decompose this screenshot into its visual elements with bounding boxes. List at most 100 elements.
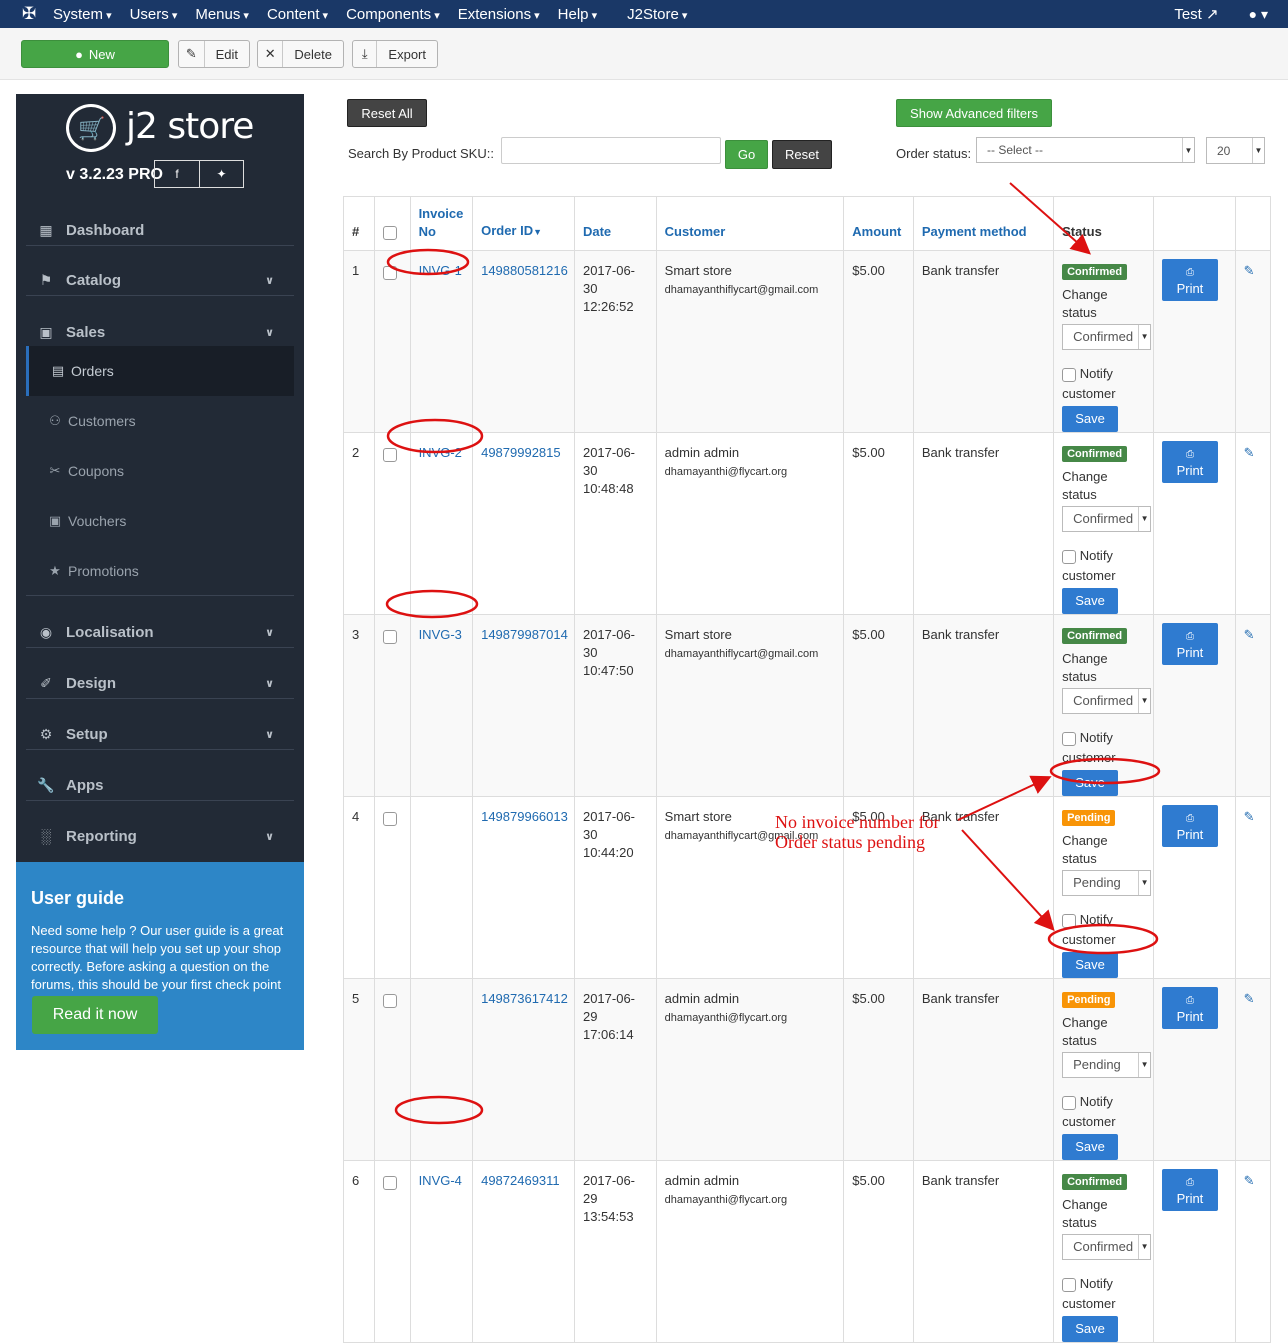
sidebar-item-vouchers[interactable]: ▣ Vouchers [26,496,294,546]
print-button[interactable]: ⎙ Print [1161,441,1218,483]
select-all-checkbox[interactable] [383,225,398,240]
sidebar-item-apps[interactable]: 🔧 Apps [26,771,294,801]
sidebar-item-sales[interactable]: ▣ Sales ∨ [26,318,294,346]
print-button[interactable]: ⎙ Print [1161,805,1218,847]
print-button[interactable]: ⎙ Print [1161,987,1218,1029]
sidebar-item-customers[interactable]: ⚇ Customers [26,396,294,446]
show-advanced-filters-button[interactable]: Show Advanced filters [896,99,1052,127]
row-checkbox[interactable] [383,448,398,463]
sidebar-item-promotions[interactable]: ★ Promotions [26,546,294,596]
menu-content[interactable]: Content [267,6,328,23]
save-status-button[interactable]: Save [1062,406,1119,432]
row-checkbox[interactable] [383,994,398,1009]
order-id-link[interactable]: 149880581216 [481,263,568,278]
read-it-now-button[interactable]: Read it now [32,996,158,1034]
edit-icon[interactable]: ✎ [1244,1173,1255,1188]
notify-customer-checkbox[interactable] [1062,731,1077,746]
facebook-icon[interactable]: f [155,161,199,187]
column-header-print [1152,196,1236,251]
site-link[interactable]: Test ↗ [1174,5,1218,23]
list-limit-select[interactable]: 20 ▼ [1206,137,1265,164]
column-header-order-id[interactable]: Order ID▼ [472,196,575,251]
sidebar-item-orders[interactable]: ▤ Orders [26,346,294,396]
column-header-invoice[interactable]: Invoice No [409,196,474,251]
edit-icon[interactable]: ✎ [1244,809,1255,824]
reset-all-button[interactable]: Reset All [347,99,427,127]
column-header-payment-method[interactable]: Payment method [912,196,1055,251]
column-header-date[interactable]: Date [573,196,657,251]
save-status-button[interactable]: Save [1062,952,1119,978]
edit-icon[interactable]: ✎ [1244,263,1255,278]
order-id-link[interactable]: 149879987014 [481,627,568,642]
edit-icon[interactable]: ✎ [1244,445,1255,460]
order-id-link[interactable]: 149873617412 [481,991,568,1006]
print-label: Print [1176,281,1204,296]
order-id-link[interactable]: 149879966013 [481,809,568,824]
twitter-icon[interactable]: ✦ [198,161,243,187]
delete-button[interactable]: ✕ Delete [257,40,344,68]
change-status-select[interactable]: Confirmed ▼ [1062,688,1152,714]
row-checkbox[interactable] [383,266,398,281]
change-status-select[interactable]: Confirmed ▼ [1062,506,1152,532]
menu-menus[interactable]: Menus [195,6,249,23]
invoice-link[interactable]: INVG-4 [419,1173,462,1188]
save-status-button[interactable]: Save [1062,588,1119,614]
change-status-select[interactable]: Confirmed ▼ [1062,324,1152,350]
notify-customer-checkbox[interactable] [1062,913,1077,928]
menu-system[interactable]: System [53,6,112,23]
print-button[interactable]: ⎙ Print [1161,623,1218,665]
go-button[interactable]: Go [725,140,768,169]
menu-j2store[interactable]: J2Store [627,6,687,23]
sidebar-item-dashboard[interactable]: ▦ Dashboard [26,216,294,246]
row-checkbox[interactable] [383,1176,398,1191]
column-header-amount[interactable]: Amount [843,196,914,251]
print-button[interactable]: ⎙ Print [1161,259,1218,301]
reset-button[interactable]: Reset [772,140,832,169]
column-header-status: Status [1053,196,1154,251]
save-status-button[interactable]: Save [1062,1316,1119,1342]
print-icon: ⎙ [1185,449,1194,460]
change-status-select[interactable]: Confirmed ▼ [1062,1234,1152,1260]
invoice-link[interactable]: INVG-3 [419,627,462,642]
order-id-cell: 149879966013 [472,796,575,979]
sku-search-input[interactable] [501,137,721,164]
notify-customer-checkbox[interactable] [1062,549,1077,564]
sidebar-item-setup[interactable]: ⚙ Setup ∨ [26,720,294,750]
save-status-button[interactable]: Save [1062,1134,1119,1160]
order-id-link[interactable]: 49879992815 [481,445,561,460]
notify-customer-checkbox[interactable] [1062,1095,1077,1110]
menu-help[interactable]: Help [558,6,597,23]
customer-email: dhamayanthi@flycart.org [664,1194,788,1206]
sidebar-item-catalog[interactable]: ⚑ Catalog ∨ [26,266,294,296]
joomla-icon[interactable]: ✠ [15,4,43,24]
notify-customer-checkbox[interactable] [1062,1277,1077,1292]
change-status-select[interactable]: Pending ▼ [1062,870,1152,896]
menu-users[interactable]: Users [130,6,178,23]
user-menu[interactable]: ● ▾ [1249,6,1268,23]
order-status-select[interactable]: -- Select -- ▼ [976,137,1195,163]
order-id-link[interactable]: 49872469311 [481,1173,560,1188]
sidebar-item-localisation[interactable]: ◉ Localisation ∨ [26,618,294,648]
invoice-link[interactable]: INVG-1 [419,263,462,278]
sidebar-item-coupons[interactable]: ✂ Coupons [26,446,294,496]
save-status-button[interactable]: Save [1062,770,1119,796]
export-button[interactable]: ⤓ Export [352,40,438,68]
row-checkbox[interactable] [383,812,398,827]
print-button[interactable]: ⎙ Print [1161,1169,1218,1211]
edit-button[interactable]: ✎ Edit [178,40,250,68]
row-checkbox-cell [374,250,411,433]
change-status-select[interactable]: Pending ▼ [1062,1052,1152,1078]
invoice-link[interactable]: INVG-2 [419,445,462,460]
row-number: 1 [342,250,376,433]
new-button[interactable]: ● New [21,40,169,68]
change-status-label: Change status [1062,469,1108,502]
notify-customer-checkbox[interactable] [1062,367,1077,382]
menu-components[interactable]: Components [346,6,440,23]
sidebar-item-reporting[interactable]: ░ Reporting ∨ [26,821,294,851]
row-checkbox[interactable] [383,630,398,645]
column-header-customer[interactable]: Customer [655,196,845,251]
edit-icon[interactable]: ✎ [1244,627,1255,642]
edit-icon[interactable]: ✎ [1244,991,1255,1006]
sidebar-item-design[interactable]: ✐ Design ∨ [26,669,294,699]
menu-extensions[interactable]: Extensions [458,6,540,23]
